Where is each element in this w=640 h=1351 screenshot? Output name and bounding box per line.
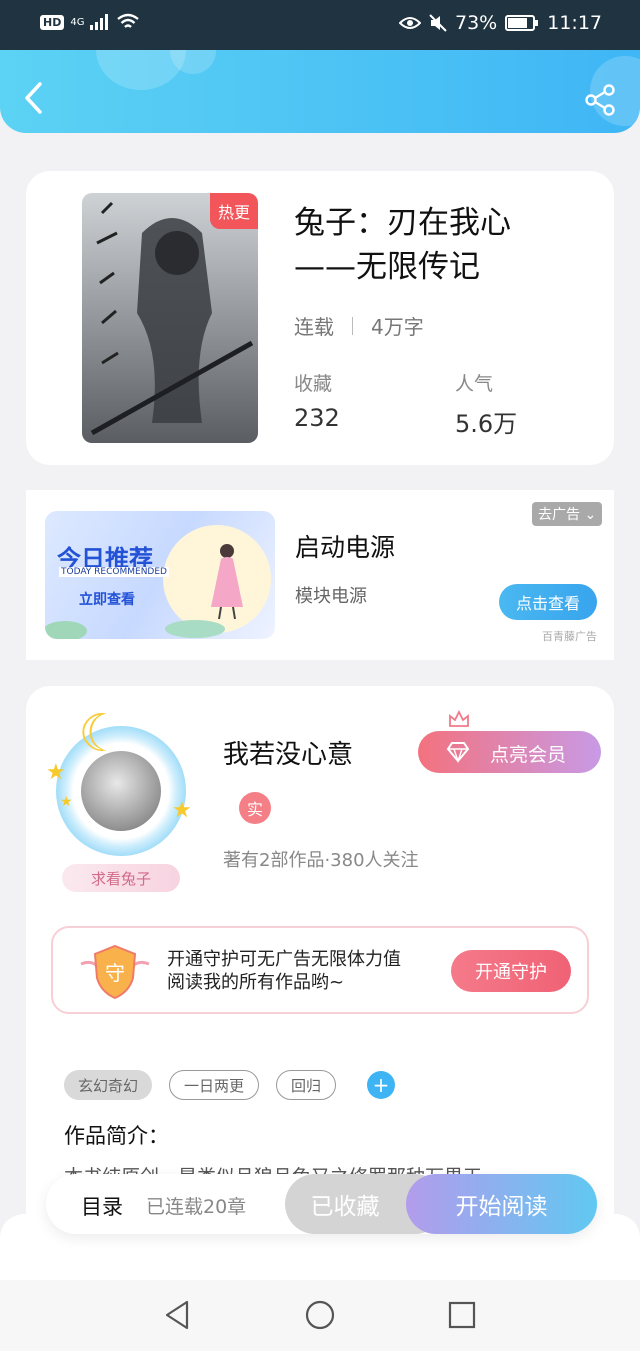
wifi-icon (117, 13, 140, 28)
vip-button-label: 点亮会员 (490, 744, 567, 766)
hd-indicator: HD (40, 14, 65, 30)
diamond-icon (446, 742, 470, 764)
ad-image-button: 立即查看 (79, 592, 135, 608)
collect-count: 232 (294, 404, 340, 432)
author-name[interactable]: 我若没心意 (223, 734, 353, 771)
system-nav-bar (0, 1280, 640, 1351)
share-icon[interactable] (583, 83, 617, 117)
book-meta: 连载 4万字 (294, 311, 424, 340)
book-title-line2: ——无限传记 (294, 249, 480, 285)
network-type: 4G (70, 16, 85, 28)
star-icon: ★ (46, 760, 66, 785)
ad-image-subtitle: TODAY RECOMMENDED (59, 567, 169, 577)
tag-list: 玄幻奇幻 一日两更 回归 + (64, 1070, 396, 1100)
author-stats: 著有2部作品·380人关注 (223, 850, 419, 871)
vip-button[interactable]: 点亮会员 (418, 731, 601, 773)
remove-ad-button[interactable]: 去广告 ⌄ (532, 502, 603, 526)
star-icon: ★ (60, 794, 73, 810)
ad-card[interactable]: 今日推荐 TODAY RECOMMENDED 立即查看 启动电源 模块电源 去广… (26, 490, 614, 660)
bottom-action-bar: 目录 已连载20章 已收藏 开始阅读 (46, 1174, 597, 1234)
battery-icon (505, 15, 539, 31)
word-count: 4万字 (371, 315, 424, 339)
top-app-bar (0, 50, 640, 133)
crown-icon (449, 710, 469, 727)
author-avatar-frame[interactable]: ☾ ★ ★ ★ 求看兔子 (32, 698, 207, 908)
book-status: 连载 (294, 315, 334, 339)
chapter-status: 已连载20章 (146, 1196, 247, 1218)
signal-icon (90, 14, 109, 30)
collect-label: 收藏 (294, 373, 333, 395)
nav-back-icon[interactable] (161, 1298, 195, 1332)
shield-icon: 守 (80, 944, 150, 1000)
ad-subtitle: 模块电源 (295, 586, 367, 607)
add-tag-button[interactable]: + (367, 1071, 396, 1099)
guard-promo: 守 开通守护可无广告无限体力值阅读我的所有作品哟~ 开通守护 (51, 926, 589, 1014)
book-title: 兔子：刃在我心 ——无限传记 (294, 201, 594, 289)
cover-art (90, 201, 254, 436)
collected-label: 已收藏 (310, 1194, 380, 1220)
nav-home-icon[interactable] (303, 1298, 337, 1332)
svg-text:守: 守 (105, 961, 125, 985)
eye-icon (399, 17, 421, 29)
tag-item[interactable]: 回归 (276, 1070, 337, 1100)
open-guard-button[interactable]: 开通守护 (451, 950, 571, 992)
ad-view-button[interactable]: 点击查看 (499, 584, 597, 620)
ad-title[interactable]: 启动电源 (295, 528, 395, 564)
guard-description: 开通守护可无广告无限体力值阅读我的所有作品哟~ (167, 949, 401, 993)
ad-source: 百青藤广告 (542, 630, 597, 643)
intro-title: 作品简介： (64, 1124, 169, 1148)
chevron-down-icon: ⌄ (584, 507, 597, 523)
toc-button[interactable]: 目录 (81, 1191, 123, 1221)
status-bar: HD 4G 73% 11:17 (0, 0, 640, 50)
ad-leaves-decor (45, 620, 225, 639)
popularity-count: 5.6万 (455, 410, 518, 438)
hot-badge: 热更 (209, 193, 258, 229)
clock: 11:17 (547, 12, 602, 34)
chevron-left-icon[interactable] (20, 80, 50, 116)
book-info-card: 热更 兔子：刃在我心 ——无限传记 连载 4万字 收藏 232 人气 5.6万 (26, 171, 614, 465)
moon-icon: ☾ (78, 704, 125, 764)
mute-icon (429, 14, 447, 32)
fan-tag: 求看兔子 (62, 864, 180, 892)
book-title-line1: 兔子：刃在我心 (294, 205, 511, 241)
tag-item[interactable]: 玄幻奇幻 (64, 1070, 153, 1100)
star-icon: ★ (172, 798, 192, 823)
tag-item[interactable]: 一日两更 (169, 1070, 260, 1100)
book-cover[interactable]: 热更 (82, 193, 258, 443)
real-name-badge: 实 (239, 792, 271, 824)
popularity-label: 人气 (455, 373, 494, 395)
remove-ad-label: 去广告 (538, 507, 580, 523)
start-reading-button[interactable]: 开始阅读 (406, 1174, 597, 1234)
ad-image[interactable]: 今日推荐 TODAY RECOMMENDED 立即查看 (45, 511, 275, 639)
nav-recents-icon[interactable] (445, 1298, 479, 1332)
battery-percent: 73% (455, 12, 498, 34)
divider (352, 316, 353, 335)
